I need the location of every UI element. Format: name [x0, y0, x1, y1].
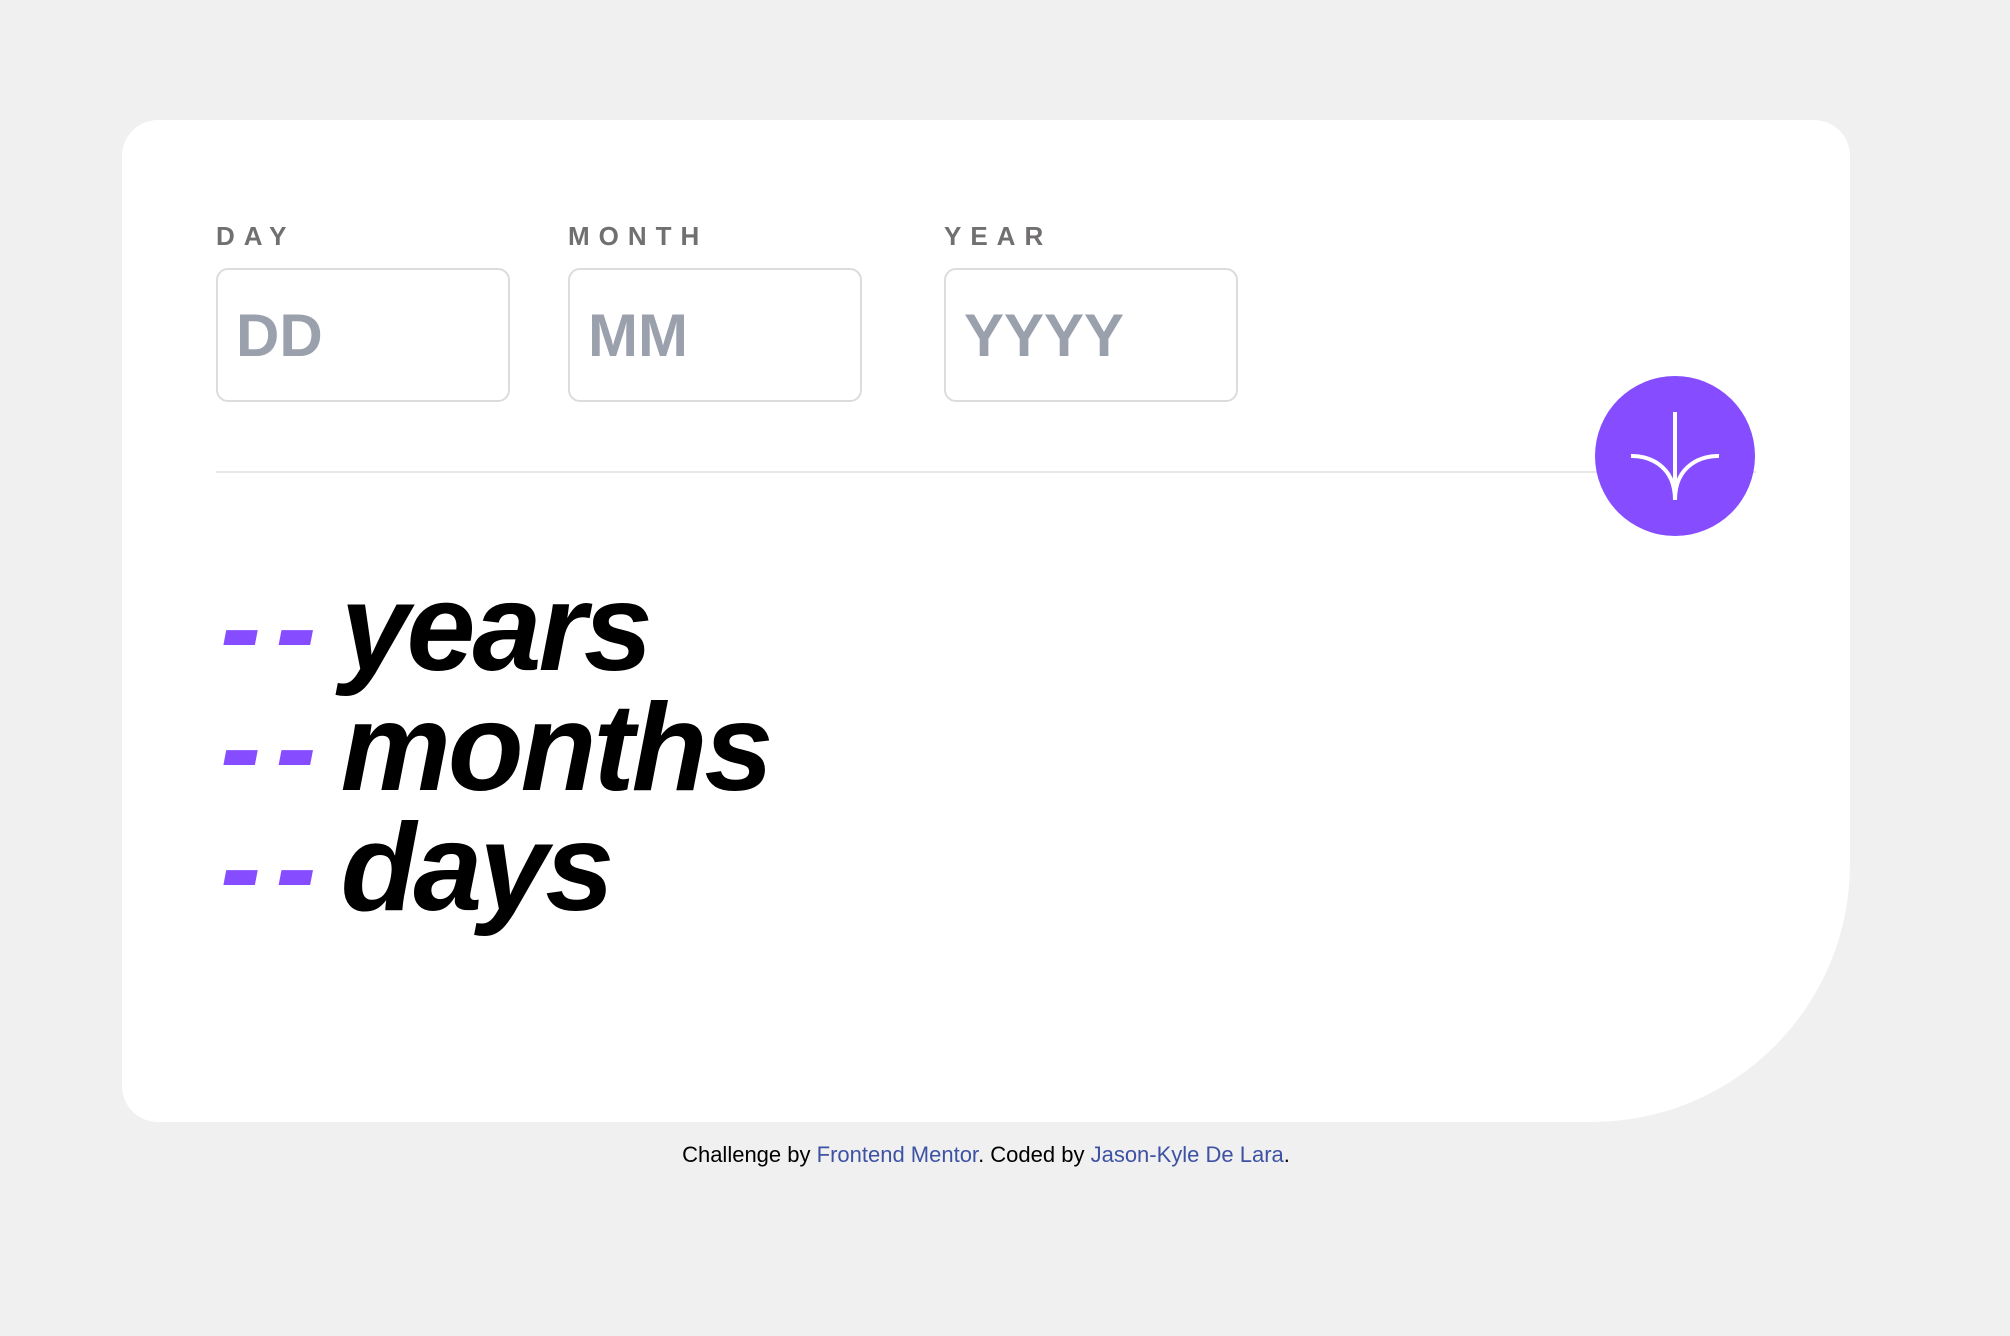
year-label: YEAR	[944, 221, 1053, 251]
years-unit: years	[340, 559, 653, 697]
months-value: --	[220, 679, 331, 817]
days-value: --	[220, 799, 331, 937]
submit-button[interactable]	[1595, 376, 1755, 536]
month-field: MONTH	[568, 220, 862, 402]
day-input[interactable]	[216, 268, 510, 402]
attribution-prefix: Challenge by	[682, 1142, 817, 1167]
month-input[interactable]	[568, 268, 862, 402]
years-result: --years	[220, 566, 770, 690]
month-label: MONTH	[568, 221, 709, 251]
day-label: DAY	[216, 221, 296, 251]
results: --years --months --days	[220, 566, 773, 930]
day-field: DAY	[216, 220, 510, 402]
days-result: --days	[220, 806, 770, 930]
months-result: --months	[220, 686, 773, 810]
years-value: --	[220, 559, 331, 697]
frontend-mentor-link[interactable]: Frontend Mentor	[817, 1142, 978, 1167]
days-unit: days	[340, 799, 615, 937]
months-unit: months	[340, 679, 774, 817]
age-calculator-card: DAY MONTH YEAR --years --months --days	[122, 120, 1850, 1122]
author-link[interactable]: Jason-Kyle De Lara	[1091, 1142, 1284, 1167]
divider	[216, 471, 1756, 473]
attribution-suffix: .	[1283, 1142, 1290, 1167]
attribution-middle: . Coded by	[978, 1142, 1091, 1167]
arrow-down-icon	[1629, 410, 1721, 502]
year-input[interactable]	[944, 268, 1238, 402]
year-field: YEAR	[944, 220, 1238, 402]
attribution: Challenge by Frontend Mentor. Coded by J…	[0, 1140, 1972, 1170]
